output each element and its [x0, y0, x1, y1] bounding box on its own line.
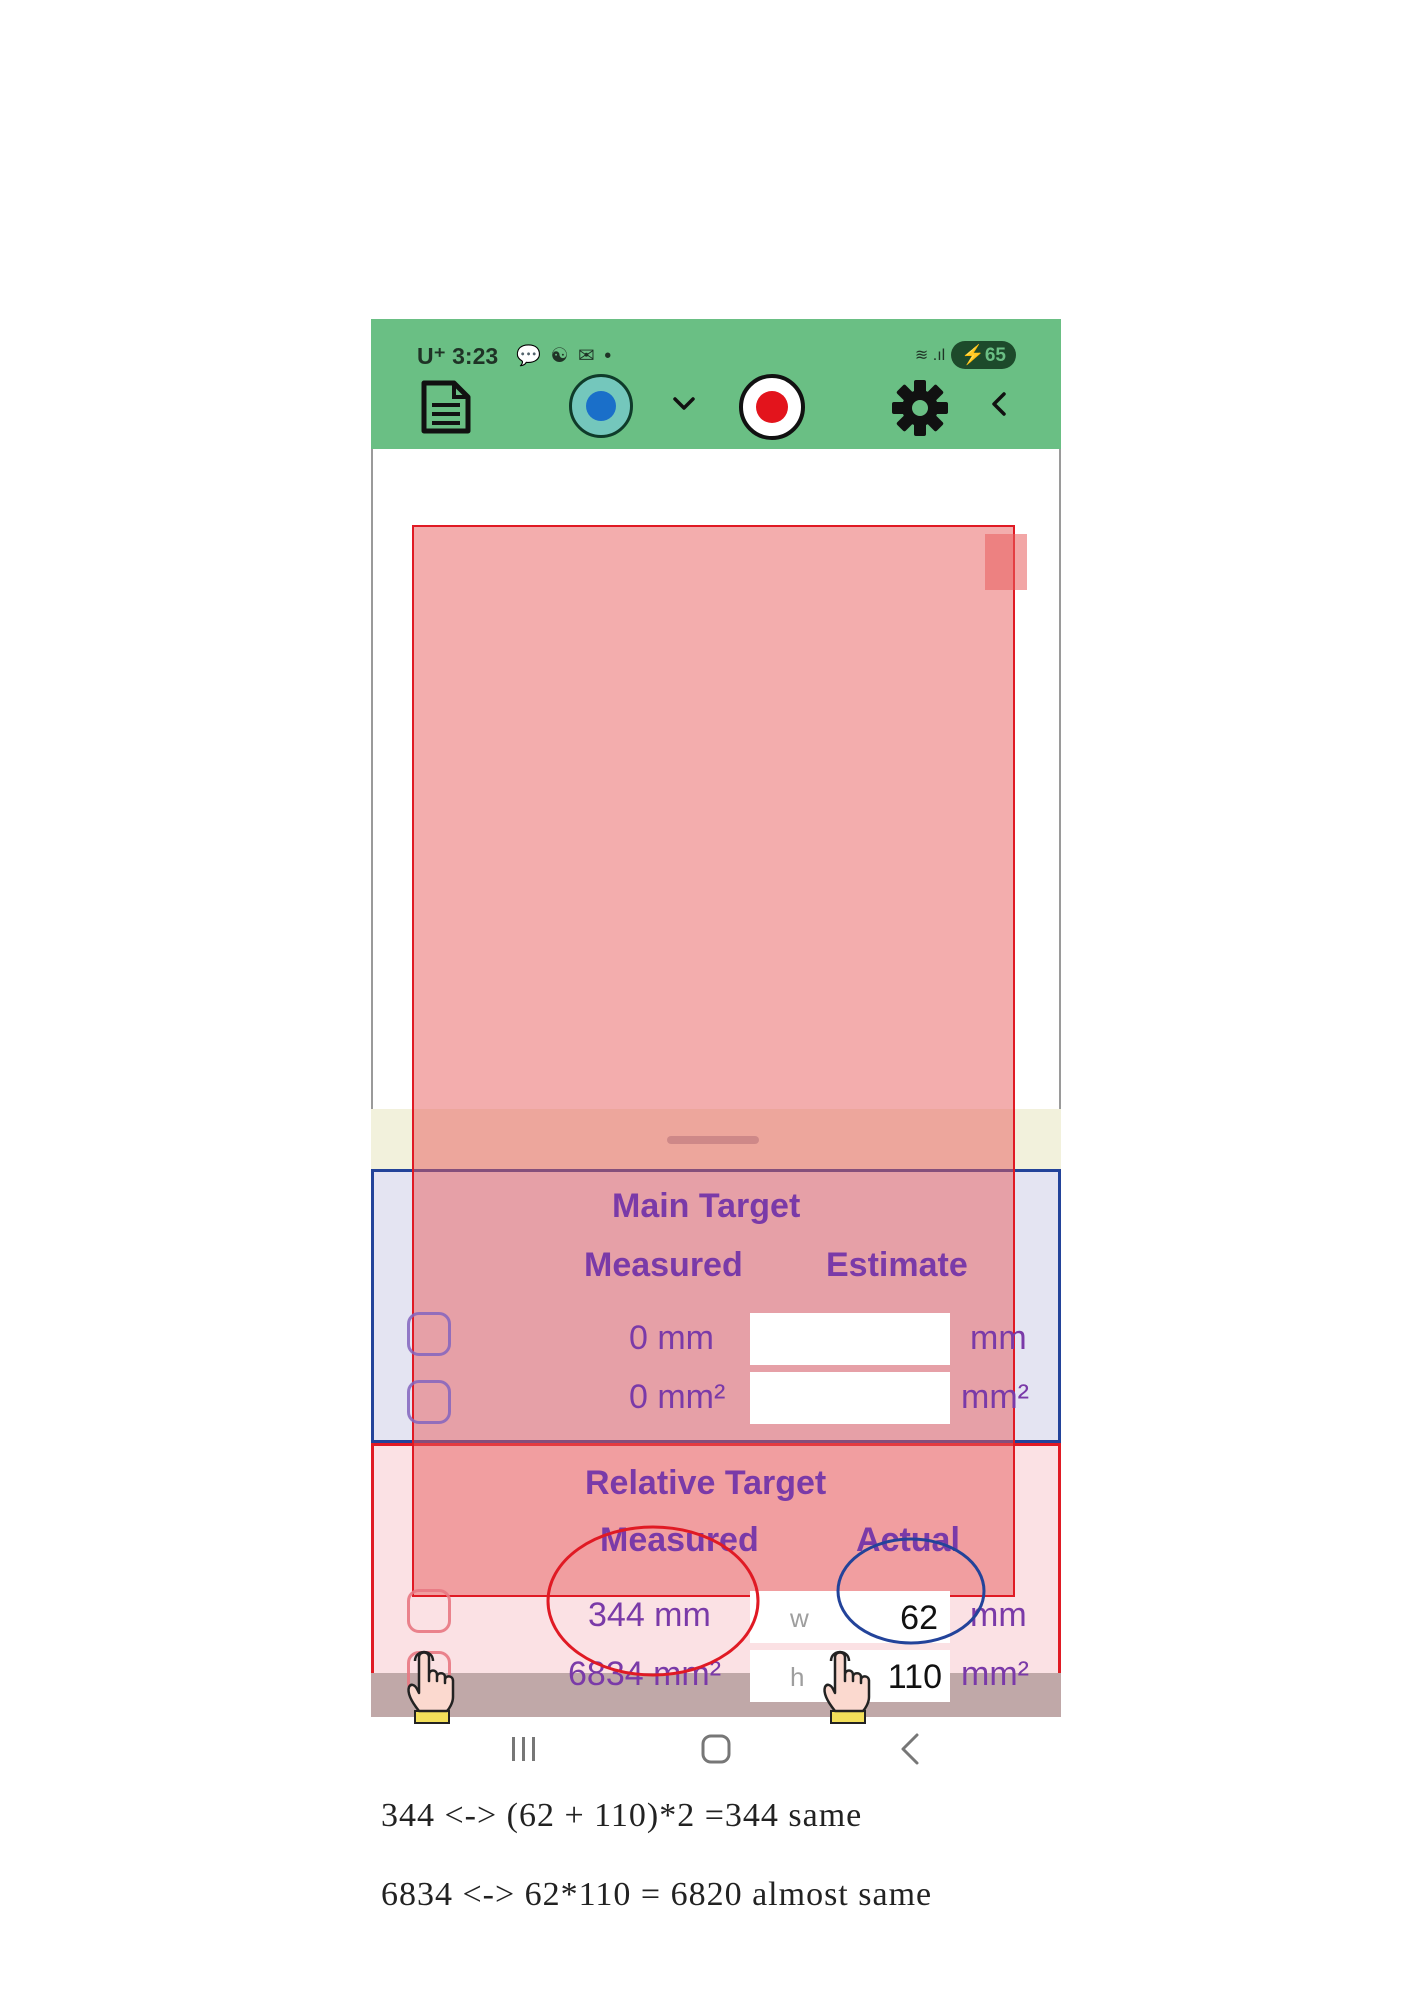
phone-screen: U⁺ 3:23 💬 ☯ ✉ • ≋ .ıl ⚡65 Main Target Me… [371, 319, 1061, 1765]
main-length-estimate-field[interactable] [750, 1313, 950, 1365]
hand-cursor-icon [823, 1650, 871, 1724]
annotation-line-2: 6834 <-> 62*110 = 6820 almost same [381, 1876, 933, 1913]
measured-ellipse [546, 1525, 760, 1677]
top-bar: U⁺ 3:23 💬 ☯ ✉ • ≋ .ıl ⚡65 [371, 319, 1061, 449]
main-area-measured: 0 mm² [629, 1378, 726, 1416]
record-icon [756, 391, 788, 423]
annotation-line-1: 344 <-> (62 + 110)*2 =344 same [381, 1797, 863, 1834]
actual-ellipse [836, 1537, 986, 1645]
main-length-checkbox[interactable] [407, 1312, 451, 1356]
main-measured-header: Measured [584, 1246, 743, 1284]
main-estimate-header: Estimate [826, 1246, 968, 1284]
status-right: ≋ .ıl ⚡65 [915, 341, 1016, 369]
chevron-down-icon[interactable] [671, 391, 697, 417]
main-area-checkbox[interactable] [407, 1380, 451, 1424]
document-icon[interactable] [418, 379, 474, 435]
system-nav-bar [371, 1719, 1061, 1779]
relative-target-title: Relative Target [585, 1464, 827, 1502]
main-area-unit: mm² [961, 1378, 1029, 1416]
corner-handle[interactable] [985, 534, 1027, 590]
main-length-measured: 0 mm [629, 1319, 714, 1357]
hand-cursor-icon [407, 1650, 455, 1724]
main-target-title: Main Target [612, 1187, 801, 1225]
main-length-unit: mm [970, 1319, 1027, 1357]
signal-icon: ≋ .ıl [914, 347, 946, 364]
gear-icon[interactable] [891, 379, 949, 437]
back-icon[interactable] [891, 1729, 931, 1769]
home-icon[interactable] [696, 1729, 736, 1769]
notification-icons: 💬 ☯ ✉ • [516, 345, 614, 367]
battery-badge: ⚡65 [951, 341, 1016, 369]
recents-icon[interactable] [504, 1729, 544, 1769]
record-button[interactable] [739, 374, 805, 440]
annotation-ellipses [546, 1525, 986, 1677]
chevron-left-icon[interactable] [986, 389, 1012, 419]
target-rectangle[interactable] [412, 525, 1015, 1597]
status-time: U⁺ 3:23 [417, 343, 499, 369]
main-area-estimate-field[interactable] [750, 1372, 950, 1424]
radio-button-icon[interactable] [569, 374, 633, 438]
